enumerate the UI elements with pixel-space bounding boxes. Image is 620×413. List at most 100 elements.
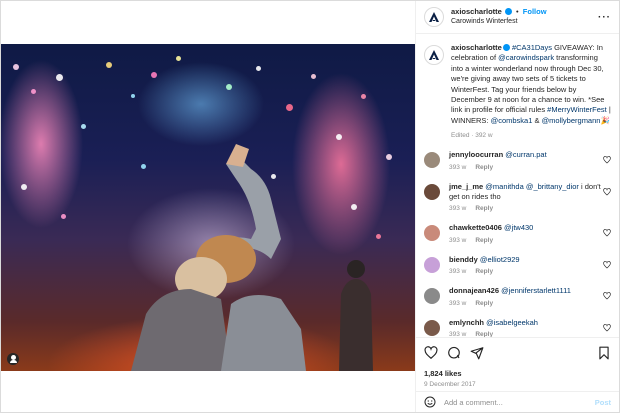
comment-row: jme_j_me @manithda @_brittany_dior i don…: [424, 182, 611, 213]
party-emoji: 🎉: [600, 115, 610, 125]
commenter-avatar[interactable]: [424, 256, 440, 273]
reply-button[interactable]: Reply: [475, 237, 493, 244]
like-comment-heart-icon[interactable]: [603, 229, 611, 237]
heart-icon[interactable]: [424, 346, 438, 360]
like-comment-heart-icon[interactable]: [603, 156, 611, 164]
reply-button[interactable]: Reply: [475, 300, 493, 307]
mention-link[interactable]: @jtw430: [504, 223, 533, 232]
share-icon[interactable]: [470, 346, 484, 360]
commenter-username[interactable]: donnajean426: [449, 286, 499, 295]
comment-age: 393 w: [449, 299, 467, 307]
light-bokeh: [376, 234, 381, 239]
reply-button[interactable]: Reply: [475, 164, 493, 171]
hashtag-link[interactable]: #CA31Days: [512, 43, 552, 52]
action-icons: [424, 344, 611, 362]
comment-meta: 393 w Reply: [449, 268, 603, 275]
commenter-username[interactable]: bienddy: [449, 255, 478, 264]
author-username[interactable]: axioscharlotte: [451, 7, 502, 16]
bookmark-icon[interactable]: [597, 346, 611, 360]
comment-input[interactable]: [444, 397, 595, 407]
commenter-avatar[interactable]: [424, 225, 440, 242]
commenter-username[interactable]: jennyloocurran: [449, 150, 503, 159]
like-comment-heart-icon[interactable]: [603, 187, 611, 196]
light-bokeh: [31, 89, 36, 94]
comment-body: donnajean426 @jenniferstarlett1111 393 w R…: [449, 286, 603, 306]
light-bokeh: [386, 154, 392, 160]
mention-link[interactable]: @manithda @_brittany_dior: [485, 182, 579, 191]
mention-link[interactable]: @elliot2929: [480, 255, 520, 264]
comment-age: 393 w: [449, 236, 467, 244]
commenter-username[interactable]: jme_j_me: [449, 182, 483, 191]
axios-logo-icon: [429, 50, 439, 60]
post-photo[interactable]: [1, 44, 415, 371]
comment-text: jme_j_me @manithda @_brittany_dior i don…: [449, 182, 603, 203]
comment-age: 393 w: [449, 268, 467, 276]
ellipsis-icon[interactable]: ···: [598, 12, 611, 23]
mention-link[interactable]: @isabelgeekah: [486, 318, 538, 327]
caption-author-avatar[interactable]: [424, 45, 444, 65]
light-bokeh: [61, 214, 66, 219]
light-bokeh: [226, 84, 232, 90]
commenter-avatar[interactable]: [424, 319, 440, 336]
post-media-area: [1, 1, 415, 412]
comment-row: emlynchh @isabelgeekah 393 w Reply: [424, 318, 611, 337]
comment-text: bienddy @elliot2929: [449, 255, 603, 265]
commenter-avatar[interactable]: [424, 288, 440, 305]
comment-row: donnajean426 @jenniferstarlett1111 393 w R…: [424, 286, 611, 307]
light-bokeh: [256, 66, 261, 71]
light-bokeh: [81, 124, 86, 129]
commenter-avatar[interactable]: [424, 183, 440, 200]
post-header: axioscharlotte • Follow Carowinds Winter…: [416, 1, 619, 34]
axios-logo-icon: [429, 12, 439, 22]
couple-figure: [131, 144, 306, 371]
like-comment-heart-icon[interactable]: [603, 260, 611, 269]
comment-meta: 393 w Reply: [449, 164, 603, 171]
light-bokeh: [351, 204, 357, 210]
comment-text: donnajean426 @jenniferstarlett1111: [449, 286, 603, 296]
post-side-panel: axioscharlotte • Follow Carowinds Winter…: [415, 1, 619, 412]
comment-age: 393 w: [449, 163, 467, 171]
comment-icon[interactable]: [447, 346, 461, 360]
author-avatar[interactable]: [424, 7, 444, 27]
mention-link[interactable]: @jenniferstarlett1111: [501, 286, 571, 295]
light-bokeh: [56, 74, 63, 81]
post-location[interactable]: Carowinds Winterfest: [451, 17, 598, 27]
caption-meta: Edited · 392 w: [451, 132, 493, 140]
mention-link[interactable]: @mollybergmann: [542, 116, 601, 125]
comment-age: 393 w: [449, 205, 467, 213]
comment-meta: 393 w Reply: [449, 205, 603, 212]
commenter-username[interactable]: emlynchh: [449, 318, 484, 327]
emoji-icon[interactable]: [424, 396, 436, 408]
caption-username[interactable]: axioscharlotte: [451, 43, 502, 52]
comment-body: jme_j_me @manithda @_brittany_dior i don…: [449, 182, 603, 213]
reply-button[interactable]: Reply: [475, 205, 493, 212]
hashtag-link[interactable]: #MerryWinterFest: [547, 105, 607, 114]
mention-link[interactable]: @curran.pat: [505, 150, 546, 159]
bystander-figure: [339, 260, 373, 371]
follow-button[interactable]: Follow: [523, 7, 547, 16]
mention-link[interactable]: @combska1: [491, 116, 533, 125]
comment-body: chawkette0406 @jtw430 393 w Reply: [449, 223, 603, 243]
user-tag-icon[interactable]: [7, 353, 19, 365]
comment-body: jennyloocurran @curran.pat 393 w Reply: [449, 150, 603, 170]
light-bokeh: [286, 104, 293, 111]
comments-list[interactable]: axioscharlotte #CA31Days GIVEAWAY: In ce…: [416, 35, 619, 337]
comment-meta: 393 w Reply: [449, 300, 603, 307]
mention-link[interactable]: @carowindspark: [498, 53, 554, 62]
instagram-post-modal: axioscharlotte • Follow Carowinds Winter…: [0, 0, 620, 413]
commenter-avatar[interactable]: [424, 152, 440, 169]
comment-meta: 393 w Reply: [449, 237, 603, 244]
like-comment-heart-icon[interactable]: [603, 323, 611, 332]
action-bar: 1,824 likes 9 December 2017: [416, 337, 619, 397]
light-bokeh: [21, 184, 27, 190]
reply-button[interactable]: Reply: [475, 268, 493, 275]
light-bokeh: [131, 94, 135, 98]
post-date: 9 December 2017: [424, 381, 476, 388]
like-comment-heart-icon[interactable]: [603, 292, 611, 300]
likes-count[interactable]: 1,824 likes: [424, 369, 611, 378]
caption-segment: &: [532, 115, 542, 125]
commenter-username[interactable]: chawkette0406: [449, 223, 502, 232]
comment-row: bienddy @elliot2929 393 w Reply: [424, 255, 611, 275]
post-comment-button[interactable]: Post: [595, 398, 611, 407]
header-text: axioscharlotte • Follow Carowinds Winter…: [451, 7, 598, 27]
